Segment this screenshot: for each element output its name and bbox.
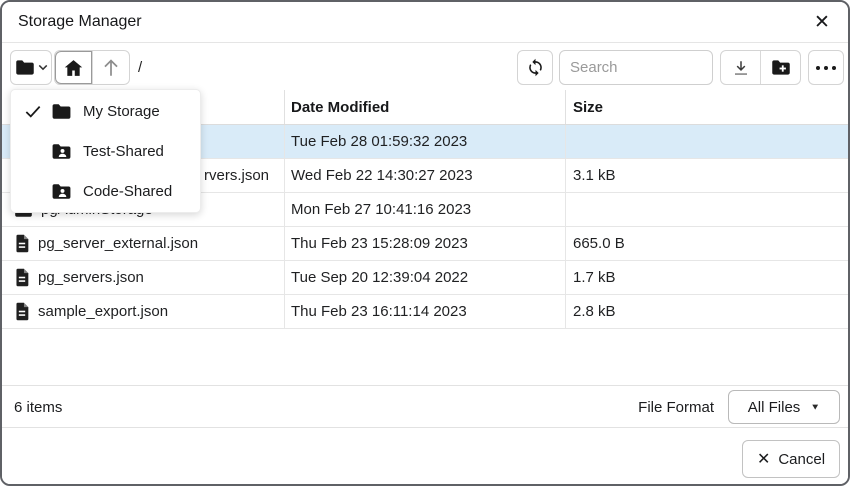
file-name: sample_export.json xyxy=(38,303,168,320)
menu-item-test-shared[interactable]: Test-Shared xyxy=(11,131,200,171)
storage-selector-menu: My Storage Test-Shared Code-Shared xyxy=(10,89,201,213)
file-icon xyxy=(14,302,30,321)
button-bar: ✕ Cancel xyxy=(2,427,848,484)
cancel-button-label: Cancel xyxy=(778,451,825,468)
folder-icon xyxy=(51,103,75,120)
size-cell[interactable]: 665.0 B xyxy=(565,227,848,260)
new-folder-button[interactable] xyxy=(760,51,800,84)
close-icon[interactable]: ✕ xyxy=(809,9,835,35)
cancel-button[interactable]: ✕ Cancel xyxy=(742,440,840,478)
up-directory-button[interactable] xyxy=(92,51,129,84)
date-cell[interactable]: Tue Sep 20 12:39:04 2022 xyxy=(284,261,565,294)
caret-down-icon: ▼ xyxy=(810,402,820,411)
items-count: 6 items xyxy=(14,399,62,416)
name-cell[interactable]: pg_servers.json xyxy=(2,261,284,294)
table-row[interactable]: pg_server_external.json Thu Feb 23 15:28… xyxy=(2,227,848,261)
navigation-button-group xyxy=(54,50,130,85)
file-action-button-group xyxy=(720,50,801,85)
shared-folder-icon xyxy=(51,143,75,160)
size-cell[interactable] xyxy=(565,125,848,158)
check-icon xyxy=(25,105,51,118)
storage-manager-dialog: Storage Manager ✕ / xyxy=(0,0,850,486)
date-cell[interactable]: Thu Feb 23 15:28:09 2023 xyxy=(284,227,565,260)
home-icon xyxy=(64,59,83,77)
status-bar: 6 items File Format All Files ▼ xyxy=(2,385,848,428)
file-icon xyxy=(14,268,30,287)
menu-item-my-storage[interactable]: My Storage xyxy=(11,91,200,131)
toolbar: / xyxy=(2,43,848,91)
file-format-label: File Format xyxy=(638,399,714,416)
title-bar: Storage Manager ✕ xyxy=(2,2,848,43)
path-input[interactable]: / xyxy=(138,50,506,85)
name-cell[interactable]: pg_server_external.json xyxy=(2,227,284,260)
new-folder-icon xyxy=(771,59,791,76)
column-header-size[interactable]: Size xyxy=(565,90,848,124)
size-cell[interactable]: 1.7 kB xyxy=(565,261,848,294)
menu-item-label: Code-Shared xyxy=(83,183,172,200)
search-input[interactable] xyxy=(559,50,713,85)
file-format-select[interactable]: All Files ▼ xyxy=(728,390,840,424)
name-cell[interactable]: sample_export.json xyxy=(2,295,284,328)
table-row[interactable]: pg_servers.json Tue Sep 20 12:39:04 2022… xyxy=(2,261,848,295)
table-row[interactable]: sample_export.json Thu Feb 23 16:11:14 2… xyxy=(2,295,848,329)
storage-selector-button[interactable] xyxy=(10,50,52,85)
download-button[interactable] xyxy=(721,51,760,84)
size-cell[interactable]: 2.8 kB xyxy=(565,295,848,328)
download-icon xyxy=(732,59,750,77)
chevron-down-icon xyxy=(38,64,48,71)
refresh-icon xyxy=(526,58,545,77)
arrow-up-icon xyxy=(102,58,120,77)
date-cell[interactable]: Tue Feb 28 01:59:32 2023 xyxy=(284,125,565,158)
size-cell[interactable]: 3.1 kB xyxy=(565,159,848,192)
home-button[interactable] xyxy=(55,51,92,84)
file-icon xyxy=(14,234,30,253)
file-name: pg_server_external.json xyxy=(38,235,198,252)
date-cell[interactable]: Mon Feb 27 10:41:16 2023 xyxy=(284,193,565,226)
menu-item-label: Test-Shared xyxy=(83,143,164,160)
shared-folder-icon xyxy=(51,183,75,200)
column-header-date-modified[interactable]: Date Modified xyxy=(284,90,565,124)
folder-icon xyxy=(15,59,35,76)
dialog-title: Storage Manager xyxy=(18,2,142,42)
more-options-icon xyxy=(816,66,836,70)
more-options-button[interactable] xyxy=(808,50,844,85)
file-name: pg_servers.json xyxy=(38,269,144,286)
size-cell[interactable] xyxy=(565,193,848,226)
refresh-button[interactable] xyxy=(517,50,553,85)
date-cell[interactable]: Thu Feb 23 16:11:14 2023 xyxy=(284,295,565,328)
cancel-x-icon: ✕ xyxy=(757,449,770,469)
menu-item-code-shared[interactable]: Code-Shared xyxy=(11,171,200,211)
date-cell[interactable]: Wed Feb 22 14:30:27 2023 xyxy=(284,159,565,192)
file-format-value: All Files xyxy=(748,399,801,416)
menu-item-label: My Storage xyxy=(83,103,160,120)
